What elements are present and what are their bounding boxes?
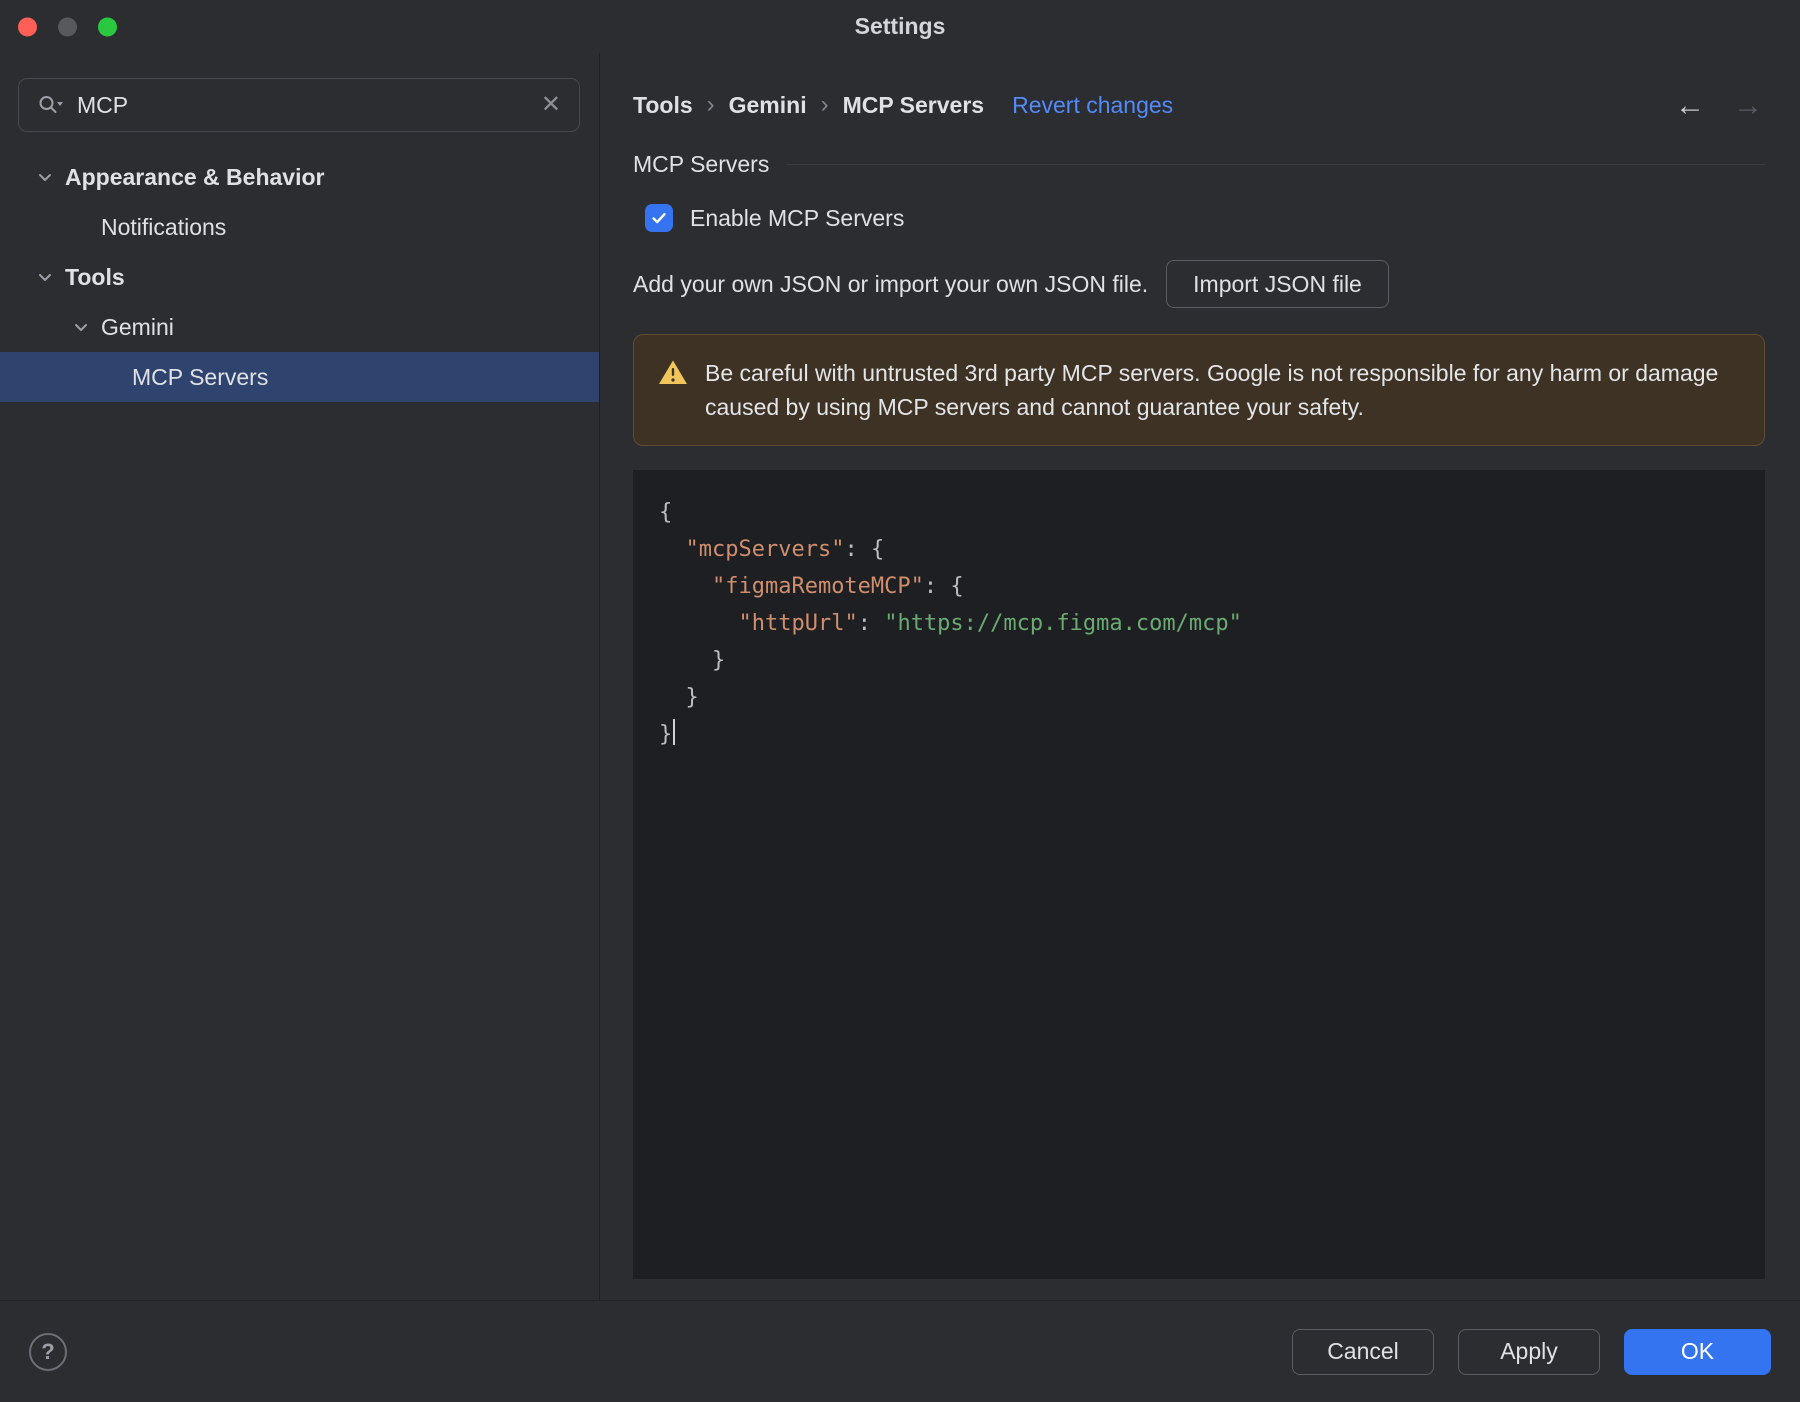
revert-changes-link[interactable]: Revert changes	[1012, 92, 1173, 119]
cancel-button[interactable]: Cancel	[1292, 1328, 1434, 1375]
history-nav: ← →	[1675, 89, 1763, 123]
enable-mcp-label[interactable]: Enable MCP Servers	[690, 205, 904, 232]
sidebar-item-label: Appearance & Behavior	[65, 163, 325, 190]
warning-banner: Be careful with untrusted 3rd party MCP …	[633, 334, 1765, 446]
window-title: Settings	[854, 13, 946, 39]
sidebar-item-label: Notifications	[101, 213, 227, 240]
sidebar-item-appearance-behavior[interactable]: Appearance & Behavior	[0, 152, 599, 202]
chevron-down-icon[interactable]	[34, 166, 56, 188]
search-input[interactable]	[77, 91, 528, 119]
settings-sidebar: ✕ Appearance & Behavior Notifications To…	[0, 53, 600, 1300]
code-line: "httpUrl": "https://mcp.figma.com/mcp"	[738, 611, 1242, 636]
section-title: MCP Servers	[633, 151, 770, 177]
sidebar-item-tools[interactable]: Tools	[0, 252, 599, 302]
json-editor[interactable]: { "mcpServers": { "figmaRemoteMCP": { "h…	[633, 470, 1765, 1279]
dialog-footer: ? Cancel Apply OK	[0, 1300, 1800, 1402]
search-icon[interactable]	[37, 93, 64, 117]
json-editor-code: { "mcpServers": { "figmaRemoteMCP": { "h…	[659, 494, 1739, 753]
import-json-text: Add your own JSON or import your own JSO…	[633, 270, 1149, 297]
footer-buttons: Cancel Apply OK	[1292, 1328, 1771, 1375]
text-cursor	[673, 719, 676, 745]
apply-button[interactable]: Apply	[1458, 1328, 1600, 1375]
enable-mcp-checkbox[interactable]	[645, 204, 673, 232]
import-json-row: Add your own JSON or import your own JSO…	[633, 260, 1765, 308]
back-arrow-icon[interactable]: ←	[1675, 89, 1705, 123]
breadcrumb-tools[interactable]: Tools	[633, 92, 693, 119]
section-header: MCP Servers	[633, 151, 1765, 178]
chevron-down-icon[interactable]	[70, 316, 92, 338]
code-line: "figmaRemoteMCP": {	[711, 574, 964, 599]
warning-text: Be careful with untrusted 3rd party MCP …	[705, 360, 1719, 420]
import-json-file-button[interactable]: Import JSON file	[1166, 260, 1389, 308]
breadcrumb-mcp-servers[interactable]: MCP Servers	[843, 92, 985, 119]
ok-button[interactable]: OK	[1624, 1328, 1771, 1375]
sidebar-item-notifications[interactable]: Notifications	[0, 202, 599, 252]
clear-search-icon[interactable]: ✕	[541, 93, 561, 117]
breadcrumb-separator: ›	[706, 91, 715, 118]
breadcrumb-gemini[interactable]: Gemini	[729, 92, 807, 119]
sidebar-item-label: Gemini	[101, 313, 174, 340]
help-button[interactable]: ?	[29, 1332, 67, 1371]
code-line: }	[659, 648, 726, 673]
code-line: }	[659, 685, 699, 710]
warning-icon	[658, 359, 688, 424]
code-line: }	[659, 716, 1739, 753]
sidebar-item-label: MCP Servers	[132, 363, 269, 390]
breadcrumb: Tools › Gemini › MCP Servers Revert chan…	[633, 89, 1765, 123]
sidebar-item-gemini[interactable]: Gemini	[0, 302, 599, 352]
code-line: "mcpServers": {	[685, 537, 885, 562]
settings-main-panel: Tools › Gemini › MCP Servers Revert chan…	[601, 53, 1800, 1300]
titlebar: Settings	[0, 0, 1800, 53]
chevron-down-icon[interactable]	[34, 266, 56, 288]
sidebar-item-mcp-servers[interactable]: MCP Servers	[0, 352, 599, 402]
breadcrumb-separator: ›	[820, 91, 829, 118]
settings-search-field[interactable]: ✕	[18, 78, 580, 132]
sidebar-item-label: Tools	[65, 263, 125, 290]
enable-mcp-row: Enable MCP Servers	[645, 204, 1765, 232]
section-divider	[787, 164, 1765, 165]
settings-tree: Appearance & Behavior Notifications Tool…	[0, 152, 599, 402]
code-line: {	[659, 500, 673, 525]
forward-arrow-icon[interactable]: →	[1733, 89, 1763, 123]
